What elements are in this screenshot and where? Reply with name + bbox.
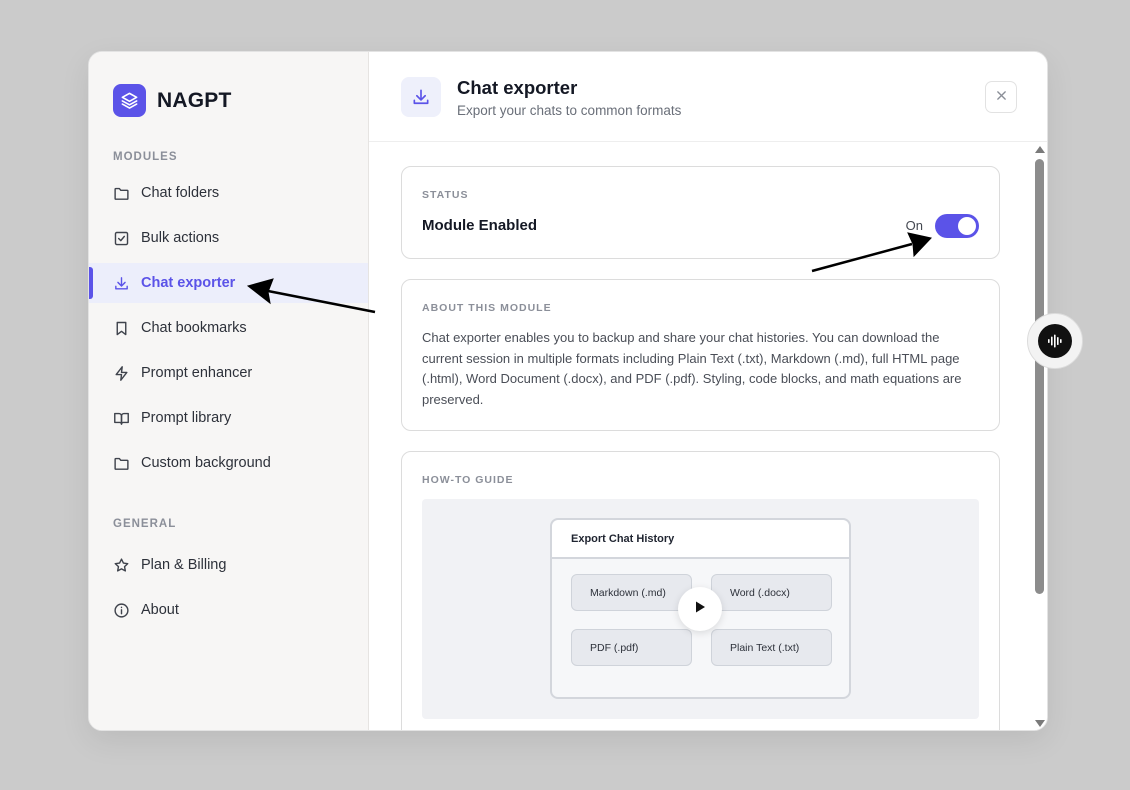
sidebar-item-prompt-enhancer[interactable]: Prompt enhancer — [89, 353, 368, 393]
checkbox-icon — [113, 230, 130, 247]
howto-card-label: HOW-TO GUIDE — [422, 474, 514, 486]
close-icon — [996, 88, 1007, 106]
book-icon — [113, 410, 130, 427]
sidebar-item-label: About — [141, 602, 179, 618]
page-title: Chat exporter — [457, 77, 578, 98]
sidebar-item-plan-billing[interactable]: Plan & Billing — [89, 545, 368, 585]
about-card: ABOUT THIS MODULE Chat exporter enables … — [401, 279, 1000, 431]
folder-icon — [113, 455, 130, 472]
general-section-label: GENERAL — [113, 518, 177, 530]
module-enable-toggle[interactable] — [935, 214, 979, 238]
sidebar-item-chat-exporter[interactable]: Chat exporter — [89, 263, 368, 303]
sidebar-item-label: Prompt enhancer — [141, 365, 253, 381]
page-subtitle: Export your chats to common formats — [457, 103, 682, 118]
settings-modal: NAGPT MODULES Chat folders Bulk actions … — [88, 51, 1048, 731]
layers-icon — [113, 84, 146, 117]
panel-header: Chat exporter Export your chats to commo… — [369, 52, 1047, 142]
howto-guide-card: HOW-TO GUIDE Export Chat History Markdow… — [401, 451, 1000, 730]
modules-section-label: MODULES — [113, 151, 178, 163]
scroll-up-arrow[interactable] — [1035, 146, 1045, 153]
sidebar-item-bulk-actions[interactable]: Bulk actions — [89, 218, 368, 258]
brand: NAGPT — [113, 84, 232, 117]
sidebar-item-label: Prompt library — [141, 410, 232, 426]
sidebar-item-prompt-library[interactable]: Prompt library — [89, 398, 368, 438]
guide-video-preview[interactable]: Export Chat History Markdown (.md) Word … — [422, 499, 979, 719]
sidebar-item-label: Chat exporter — [141, 275, 236, 291]
folder-icon — [113, 185, 130, 202]
about-card-label: ABOUT THIS MODULE — [422, 302, 552, 314]
mockup-header: Export Chat History — [552, 520, 849, 559]
module-status-title: Module Enabled — [422, 217, 538, 234]
sidebar-item-label: Chat bookmarks — [141, 320, 247, 336]
star-icon — [113, 557, 130, 574]
sidebar-item-label: Custom background — [141, 455, 271, 471]
audio-wave-icon[interactable] — [1038, 324, 1072, 358]
sidebar-item-label: Plan & Billing — [141, 557, 227, 573]
download-icon — [401, 77, 441, 117]
mockup-format-word: Word (.docx) — [711, 574, 832, 611]
content-scrollbar[interactable] — [1033, 144, 1047, 729]
info-icon — [113, 602, 130, 619]
toggle-knob — [958, 217, 976, 235]
sidebar: NAGPT MODULES Chat folders Bulk actions … — [89, 52, 369, 730]
status-card: STATUS Module Enabled On — [401, 166, 1000, 259]
download-icon — [113, 275, 130, 292]
sidebar-item-chat-folders[interactable]: Chat folders — [89, 173, 368, 213]
sidebar-item-label: Bulk actions — [141, 230, 220, 246]
mockup-format-pdf: PDF (.pdf) — [571, 629, 692, 666]
status-card-label: STATUS — [422, 189, 469, 201]
scroll-down-arrow[interactable] — [1035, 720, 1045, 727]
close-button[interactable] — [985, 81, 1017, 113]
play-icon — [693, 600, 707, 619]
mockup-format-markdown: Markdown (.md) — [571, 574, 692, 611]
sidebar-item-custom-background[interactable]: Custom background — [89, 443, 368, 483]
sidebar-item-label: Chat folders — [141, 185, 220, 201]
sidebar-item-chat-bookmarks[interactable]: Chat bookmarks — [89, 308, 368, 348]
scroll-thumb[interactable] — [1035, 159, 1044, 594]
mockup-format-plain-text: Plain Text (.txt) — [711, 629, 832, 666]
brand-name: NAGPT — [157, 88, 232, 112]
main-panel: Chat exporter Export your chats to commo… — [369, 52, 1047, 730]
bookmark-icon — [113, 320, 130, 337]
toggle-state-label: On — [905, 218, 923, 233]
sidebar-item-about[interactable]: About — [89, 590, 368, 630]
play-button[interactable] — [678, 587, 722, 631]
about-description: Chat exporter enables you to backup and … — [422, 330, 962, 408]
lightning-icon — [113, 365, 130, 382]
mockup-title: Export Chat History — [571, 533, 675, 545]
